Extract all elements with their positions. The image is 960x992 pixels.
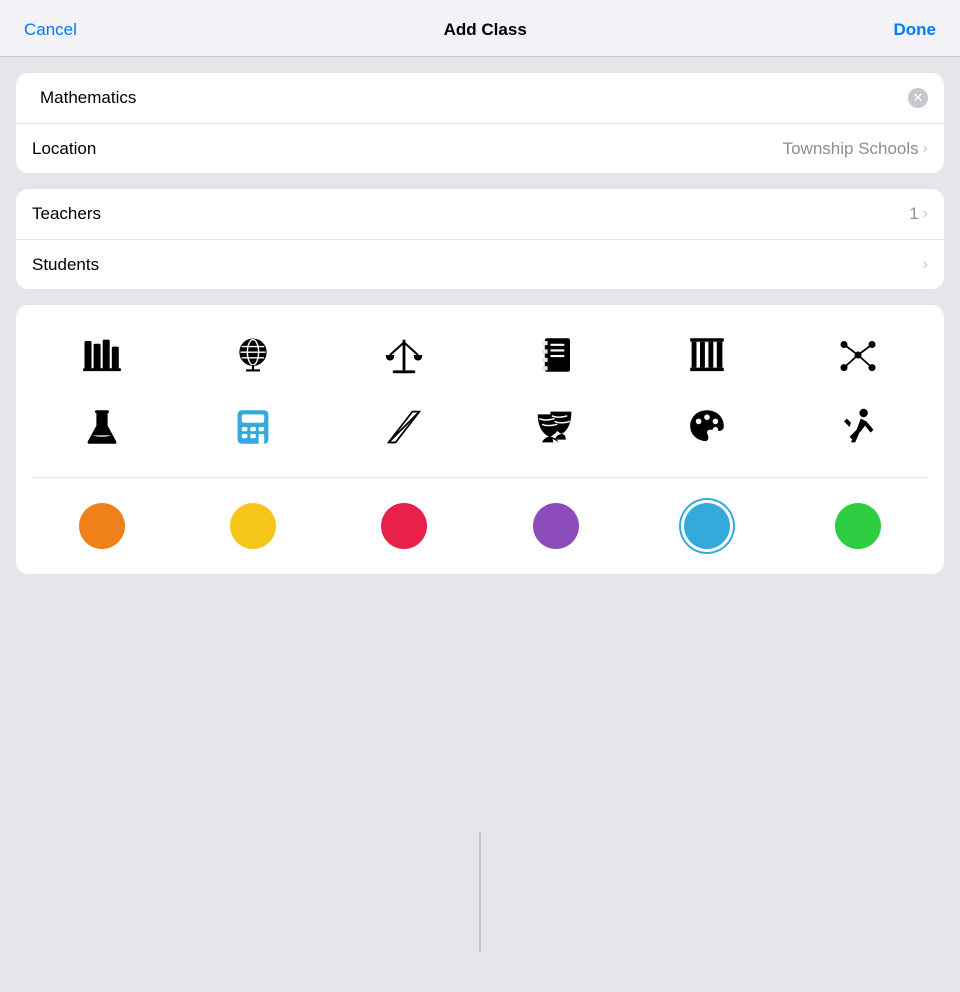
- bottom-area: [0, 574, 960, 992]
- columns-icon: [686, 334, 728, 376]
- picker-divider: [32, 477, 928, 478]
- cancel-button[interactable]: Cancel: [24, 20, 77, 40]
- scales-icon-cell[interactable]: [335, 325, 474, 385]
- picker-section: [16, 305, 944, 574]
- calculator-icon: [232, 406, 274, 448]
- teachers-count: 1: [909, 204, 918, 224]
- orange-color-cell[interactable]: [32, 498, 171, 554]
- people-section: Teachers 1 › Students ›: [16, 189, 944, 289]
- red-color-cell[interactable]: [335, 498, 474, 554]
- scales-icon: [383, 334, 425, 376]
- students-row[interactable]: Students ›: [16, 239, 944, 289]
- students-label: Students: [32, 255, 122, 275]
- books-icon: [81, 334, 123, 376]
- calculator-icon-cell[interactable]: [183, 397, 322, 457]
- yellow-color-cell[interactable]: [183, 498, 322, 554]
- clear-class-name-button[interactable]: ✕: [908, 88, 928, 108]
- location-label: Location: [32, 139, 122, 159]
- palette-icon: [686, 406, 728, 448]
- pencil-icon: [383, 406, 425, 448]
- blue-dot: [684, 503, 730, 549]
- location-row[interactable]: Location Township Schools ›: [16, 123, 944, 173]
- teachers-label: Teachers: [32, 204, 122, 224]
- theater-icon: [535, 406, 577, 448]
- globe-icon-cell[interactable]: [183, 325, 322, 385]
- columns-icon-cell[interactable]: [637, 325, 776, 385]
- class-name-input[interactable]: [40, 88, 908, 108]
- flask-icon-cell[interactable]: [32, 397, 171, 457]
- green-color-cell[interactable]: [789, 498, 928, 554]
- notebook-icon-cell[interactable]: [486, 325, 625, 385]
- network-icon-cell[interactable]: [789, 325, 928, 385]
- purple-dot: [533, 503, 579, 549]
- red-dot: [381, 503, 427, 549]
- done-button[interactable]: Done: [894, 20, 937, 40]
- pencil-icon-cell[interactable]: [335, 397, 474, 457]
- dialog-title: Add Class: [444, 20, 527, 40]
- orange-dot: [79, 503, 125, 549]
- palette-icon-cell[interactable]: [637, 397, 776, 457]
- color-grid: [32, 498, 928, 554]
- purple-color-cell[interactable]: [486, 498, 625, 554]
- teachers-value[interactable]: 1 ›: [122, 204, 928, 224]
- network-icon: [837, 334, 879, 376]
- notebook-icon: [535, 334, 577, 376]
- blue-color-cell[interactable]: [637, 498, 776, 554]
- flask-icon: [81, 406, 123, 448]
- globe-icon: [232, 334, 274, 376]
- scroll-indicator: [479, 832, 481, 952]
- students-value[interactable]: ›: [122, 256, 928, 274]
- location-value[interactable]: Township Schools ›: [122, 139, 928, 159]
- yellow-dot: [230, 503, 276, 549]
- header: Cancel Add Class Done: [0, 0, 960, 57]
- teachers-row[interactable]: Teachers 1 ›: [16, 189, 944, 239]
- location-chevron-icon: ›: [923, 140, 928, 158]
- students-chevron-icon: ›: [923, 256, 928, 274]
- green-dot: [835, 503, 881, 549]
- teachers-chevron-icon: ›: [923, 205, 928, 223]
- class-name-row: ✕: [16, 73, 944, 123]
- icon-grid: [32, 325, 928, 457]
- theater-icon-cell[interactable]: [486, 397, 625, 457]
- runner-icon-cell[interactable]: [789, 397, 928, 457]
- class-info-section: ✕ Location Township Schools ›: [16, 73, 944, 173]
- runner-icon: [837, 406, 879, 448]
- books-icon-cell[interactable]: [32, 325, 171, 385]
